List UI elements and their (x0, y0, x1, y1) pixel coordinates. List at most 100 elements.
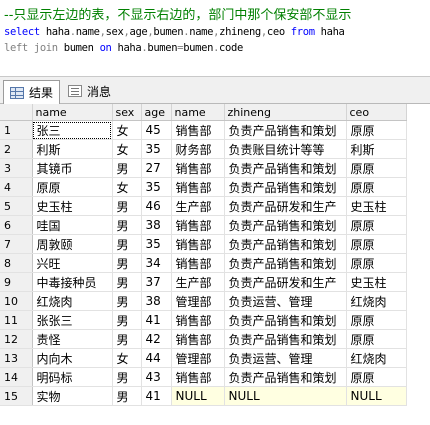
table-cell[interactable]: 34 (141, 253, 172, 273)
table-cell[interactable]: 史玉柱 (32, 196, 113, 216)
table-cell[interactable]: 利斯 (32, 139, 113, 159)
table-cell[interactable]: 实物 (32, 386, 113, 406)
table-cell[interactable]: 哇国 (32, 215, 113, 235)
table-cell[interactable]: 45 (141, 120, 172, 140)
table-cell[interactable]: 男 (112, 215, 142, 235)
table-row[interactable]: 4 原原女 35 销售部 负责产品销售和策划 原原 (0, 177, 407, 197)
table-cell[interactable]: 销售部 (171, 329, 225, 349)
table-cell[interactable]: 41 (141, 386, 172, 406)
table-cell[interactable]: 35 (141, 139, 172, 159)
row-number[interactable]: 4 (0, 177, 33, 197)
table-cell[interactable]: 史玉柱 (346, 196, 407, 216)
table-row[interactable]: 3 其镜币男 27 销售部 负责产品销售和策划 原原 (0, 158, 407, 178)
table-cell[interactable]: 销售部 (171, 367, 225, 387)
table-cell[interactable]: NULL (224, 386, 347, 406)
row-number[interactable]: 8 (0, 253, 33, 273)
table-cell[interactable]: 38 (141, 291, 172, 311)
table-cell[interactable]: 销售部 (171, 177, 225, 197)
table-cell[interactable]: 女 (112, 139, 142, 159)
table-cell[interactable]: 负责产品研发和生产 (224, 272, 347, 292)
table-cell[interactable]: 负责产品销售和策划 (224, 215, 347, 235)
table-row[interactable]: 13 内向木女 44 管理部 负责运营、管理 红烧肉 (0, 348, 407, 368)
table-cell[interactable]: 男 (112, 272, 142, 292)
table-cell[interactable]: 37 (141, 272, 172, 292)
table-cell[interactable]: 销售部 (171, 253, 225, 273)
table-cell[interactable]: 财务部 (171, 139, 225, 159)
table-row[interactable]: 2 利斯女 35 财务部 负责账目统计等等 利斯 (0, 139, 407, 159)
table-cell[interactable]: 男 (112, 367, 142, 387)
table-cell[interactable]: 销售部 (171, 310, 225, 330)
row-number[interactable]: 10 (0, 291, 33, 311)
table-cell[interactable]: 男 (112, 329, 142, 349)
table-cell[interactable]: 原原 (346, 215, 407, 235)
table-cell[interactable]: 负责产品销售和策划 (224, 367, 347, 387)
table-cell[interactable]: 负责运营、管理 (224, 348, 347, 368)
table-cell[interactable]: 男 (112, 253, 142, 273)
table-cell[interactable]: 44 (141, 348, 172, 368)
tab-results[interactable]: 结果 (3, 80, 61, 104)
table-row[interactable]: 7 周敦颐男 35 销售部 负责产品销售和策划 原原 (0, 234, 407, 254)
column-header[interactable]: sex (112, 104, 142, 121)
table-cell[interactable]: 张三 (32, 120, 113, 140)
table-cell[interactable]: 27 (141, 158, 172, 178)
table-row[interactable]: 10 红烧肉男 38 管理部 负责运营、管理 红烧肉 (0, 291, 407, 311)
table-cell[interactable]: 原原 (346, 367, 407, 387)
row-header-corner[interactable] (0, 104, 33, 121)
table-cell[interactable]: 负责产品销售和策划 (224, 253, 347, 273)
table-row[interactable]: 8 兴旺男 34 销售部 负责产品销售和策划 原原 (0, 253, 407, 273)
table-cell[interactable]: 负责运营、管理 (224, 291, 347, 311)
table-cell[interactable]: 原原 (346, 234, 407, 254)
table-cell[interactable]: 史玉柱 (346, 272, 407, 292)
table-cell[interactable]: 销售部 (171, 234, 225, 254)
table-cell[interactable]: 内向木 (32, 348, 113, 368)
table-cell[interactable]: NULL (171, 386, 225, 406)
table-cell[interactable]: 其镜币 (32, 158, 113, 178)
table-cell[interactable]: 男 (112, 310, 142, 330)
table-cell[interactable]: 女 (112, 120, 142, 140)
table-cell[interactable]: 管理部 (171, 348, 225, 368)
column-header[interactable]: zhineng (224, 104, 347, 121)
tab-messages[interactable]: 消息 (62, 80, 117, 102)
table-cell[interactable]: 男 (112, 196, 142, 216)
table-cell[interactable]: 男 (112, 158, 142, 178)
row-number[interactable]: 14 (0, 367, 33, 387)
table-cell[interactable]: 负责账目统计等等 (224, 139, 347, 159)
row-number[interactable]: 3 (0, 158, 33, 178)
column-header[interactable]: name (32, 104, 113, 121)
row-number[interactable]: 1 (0, 120, 33, 140)
column-header[interactable]: ceo (346, 104, 407, 121)
table-cell[interactable]: 原原 (32, 177, 113, 197)
table-cell[interactable]: 利斯 (346, 139, 407, 159)
table-cell[interactable]: 红烧肉 (346, 348, 407, 368)
table-cell[interactable]: 原原 (346, 158, 407, 178)
table-cell[interactable]: 原原 (346, 253, 407, 273)
table-cell[interactable]: 负责产品销售和策划 (224, 310, 347, 330)
table-cell[interactable]: 男 (112, 291, 142, 311)
table-cell[interactable]: 负责产品销售和策划 (224, 177, 347, 197)
row-number[interactable]: 13 (0, 348, 33, 368)
table-cell[interactable]: 35 (141, 177, 172, 197)
row-number[interactable]: 5 (0, 196, 33, 216)
column-header[interactable]: name (171, 104, 225, 121)
row-number[interactable]: 2 (0, 139, 33, 159)
row-number[interactable]: 15 (0, 386, 33, 406)
table-row[interactable]: 6 哇国男 38 销售部 负责产品销售和策划 原原 (0, 215, 407, 235)
table-cell[interactable]: 张张三 (32, 310, 113, 330)
table-cell[interactable]: 周敦颐 (32, 234, 113, 254)
table-cell[interactable]: 女 (112, 348, 142, 368)
table-cell[interactable]: 销售部 (171, 215, 225, 235)
table-cell[interactable]: 43 (141, 367, 172, 387)
table-row[interactable]: 12 责怪男 42 销售部 负责产品销售和策划 原原 (0, 329, 407, 349)
results-grid[interactable]: name sex age name zhineng ceo 1 张三女 45 销售部 负责产品销售… (0, 104, 430, 425)
table-cell[interactable]: 46 (141, 196, 172, 216)
table-cell[interactable]: 销售部 (171, 120, 225, 140)
column-header[interactable]: age (141, 104, 172, 121)
table-cell[interactable]: 38 (141, 215, 172, 235)
table-cell[interactable]: 42 (141, 329, 172, 349)
query-editor[interactable]: --只显示左边的表，不显示右边的，部门中那个保安部不显示 select haha… (0, 0, 430, 72)
table-cell[interactable]: 原原 (346, 329, 407, 349)
row-number[interactable]: 9 (0, 272, 33, 292)
table-cell[interactable]: 生产部 (171, 272, 225, 292)
table-cell[interactable]: 男 (112, 234, 142, 254)
table-row[interactable]: 9 中毒接种员男 37 生产部 负责产品研发和生产 史玉柱 (0, 272, 407, 292)
